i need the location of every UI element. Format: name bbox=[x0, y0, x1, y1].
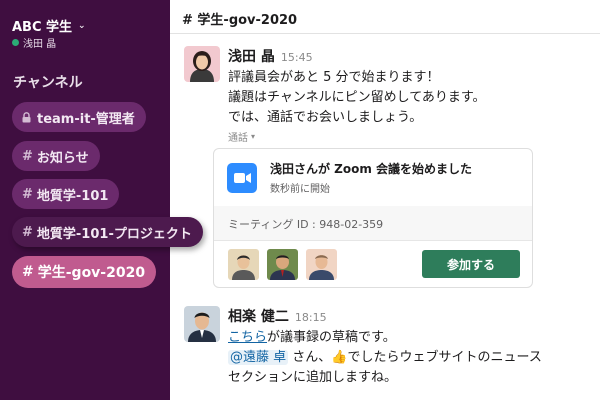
channel-geology-101-project[interactable]: # 地質学-101-プロジェクト bbox=[12, 217, 203, 247]
avatar[interactable] bbox=[184, 306, 220, 342]
channel-announcements[interactable]: # お知らせ bbox=[12, 141, 100, 171]
call-participants bbox=[228, 249, 337, 280]
message-header: 相楽 健二 18:15 bbox=[228, 306, 592, 326]
message-text: 議題はチャンネルにピン留めしてあります。 bbox=[228, 90, 486, 105]
current-user-status[interactable]: 浅田 晶 bbox=[12, 35, 56, 50]
user-mention[interactable]: @遠藤 卓 bbox=[228, 350, 289, 365]
sidebar: ABC 学生 ⌄ 浅田 晶 チャンネル team-it-管理者 # お知らせ #… bbox=[0, 0, 203, 400]
join-call-button[interactable]: 参加する bbox=[422, 250, 520, 278]
zoom-video-icon bbox=[227, 163, 257, 193]
channel-label: team-it-管理者 bbox=[37, 111, 135, 127]
message-text: @遠藤 卓 さん、👍でしたらウェブサイトのニュース bbox=[228, 350, 542, 365]
timestamp[interactable]: 15:45 bbox=[281, 51, 313, 64]
caret-down-icon: ▾ bbox=[251, 132, 256, 141]
message-text: では、通話でお会いしましょう。 bbox=[228, 110, 423, 125]
participant-avatar[interactable] bbox=[267, 249, 298, 280]
channel-label: 地質学-101 bbox=[36, 188, 109, 204]
online-status-icon bbox=[12, 39, 19, 46]
workspace-switcher[interactable]: ABC 学生 ⌄ bbox=[12, 16, 86, 35]
meeting-id: ミーティング ID : 948-02-359 bbox=[214, 206, 532, 241]
channel-student-gov-2020[interactable]: # 学生-gov-2020 bbox=[12, 256, 157, 288]
workspace-name: ABC 学生 bbox=[12, 20, 73, 35]
thumbs-up-emoji-icon: 👍 bbox=[331, 350, 348, 365]
hash-icon: # bbox=[22, 186, 33, 202]
message-text: こちらが議事録の草稿です。 bbox=[228, 330, 396, 345]
call-subtitle: 数秒前に開始 bbox=[270, 184, 330, 195]
channel-label: お知らせ bbox=[36, 150, 89, 166]
participant-avatar[interactable] bbox=[306, 249, 337, 280]
participant-avatar[interactable] bbox=[228, 249, 259, 280]
channel-label: 学生-gov-2020 bbox=[37, 265, 146, 281]
hash-icon: # bbox=[22, 148, 33, 164]
timestamp[interactable]: 18:15 bbox=[295, 311, 327, 324]
message: 相楽 健二 18:15 こちらが議事録の草稿です。 @遠藤 卓 さん、👍でしたら… bbox=[184, 306, 592, 400]
channel-geology-101[interactable]: # 地質学-101 bbox=[12, 179, 120, 209]
message-header: 浅田 晶 15:45 bbox=[228, 46, 592, 66]
lock-icon bbox=[22, 111, 31, 123]
chevron-down-icon: ⌄ bbox=[78, 20, 86, 31]
hash-icon: # bbox=[22, 224, 33, 240]
message-body: 相楽 健二 18:15 こちらが議事録の草稿です。 @遠藤 卓 さん、👍でしたら… bbox=[228, 306, 592, 388]
current-user-name: 浅田 晶 bbox=[23, 39, 57, 50]
author-name[interactable]: 相楽 健二 bbox=[228, 306, 289, 326]
call-label[interactable]: 通話 ▾ bbox=[228, 129, 592, 144]
channel-label: 地質学-101-プロジェクト bbox=[36, 226, 192, 242]
message-pane: # 学生-gov-2020 浅田 晶 15:45 評議員会があと 5 分で始まり… bbox=[170, 0, 600, 400]
channel-team-it-admin[interactable]: team-it-管理者 bbox=[12, 102, 146, 132]
zoom-call-card: 浅田さんが Zoom 会議を始めました 数秒前に開始 ミーティング ID : 9… bbox=[213, 148, 533, 288]
channel-title[interactable]: # 学生-gov-2020 bbox=[170, 0, 600, 34]
call-title: 浅田さんが Zoom 会議を始めました bbox=[270, 162, 473, 176]
author-name[interactable]: 浅田 晶 bbox=[228, 46, 275, 66]
hash-icon: # bbox=[22, 264, 34, 280]
avatar[interactable] bbox=[184, 46, 220, 82]
message-body: 浅田 晶 15:45 評議員会があと 5 分で始まります！ 議題はチャンネルにピ… bbox=[228, 46, 592, 144]
doc-link[interactable]: こちら bbox=[228, 330, 267, 345]
channels-section-title[interactable]: チャンネル bbox=[13, 72, 83, 92]
message-text: セクションに追加しますね。 bbox=[228, 370, 398, 385]
message-text: 評議員会があと 5 分で始まります！ bbox=[228, 70, 440, 85]
